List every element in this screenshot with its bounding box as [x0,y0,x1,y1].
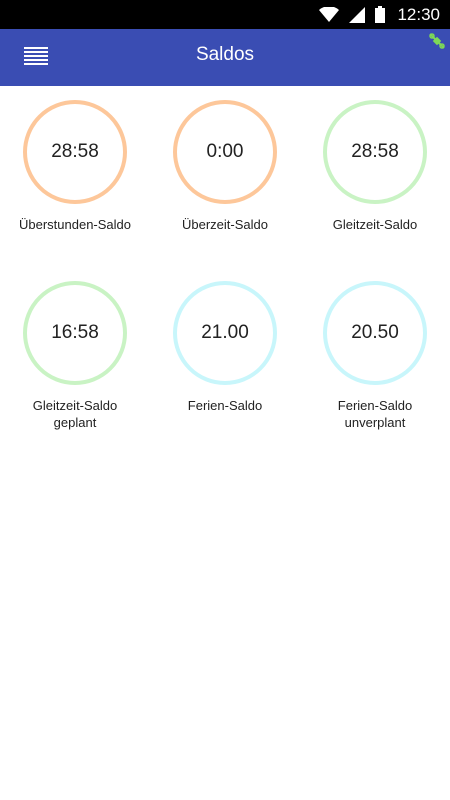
app-bar: Saldos [0,29,450,86]
saldo-label: Überzeit-Saldo [182,217,268,232]
battery-icon [375,6,386,23]
saldo-value: 28:58 [351,141,399,162]
saldo-ring: 21.00 [173,281,277,385]
saldo-value: 16:58 [51,322,99,343]
sync-connected-icon [429,33,445,49]
saldo-ring: 20.50 [323,281,427,385]
signal-icon [349,6,366,23]
saldo-label: Ferien-Saldo unverplant [337,398,413,430]
saldo-value: 0:00 [206,141,244,162]
saldo-ring: 28:58 [23,100,127,204]
saldo-ring: 0:00 [173,100,277,204]
wifi-icon [319,6,340,22]
saldo-value: 20.50 [351,322,399,343]
page-title: Saldos [195,44,255,65]
saldo-label: Ferien-Saldo [187,398,263,413]
saldo-value: 28:58 [51,141,99,162]
status-time: 12:30 [397,4,440,24]
saldo-value: 21.00 [201,322,249,343]
saldo-label: Überstunden-Saldo [18,217,132,232]
saldo-ring: 16:58 [23,281,127,385]
saldo-label: Gleitzeit-Saldo [332,217,418,232]
status-bar: 12:30 [0,0,450,29]
saldo-ring: 28:58 [323,100,427,204]
saldo-label: Gleitzeit-Saldo geplant [32,398,118,430]
